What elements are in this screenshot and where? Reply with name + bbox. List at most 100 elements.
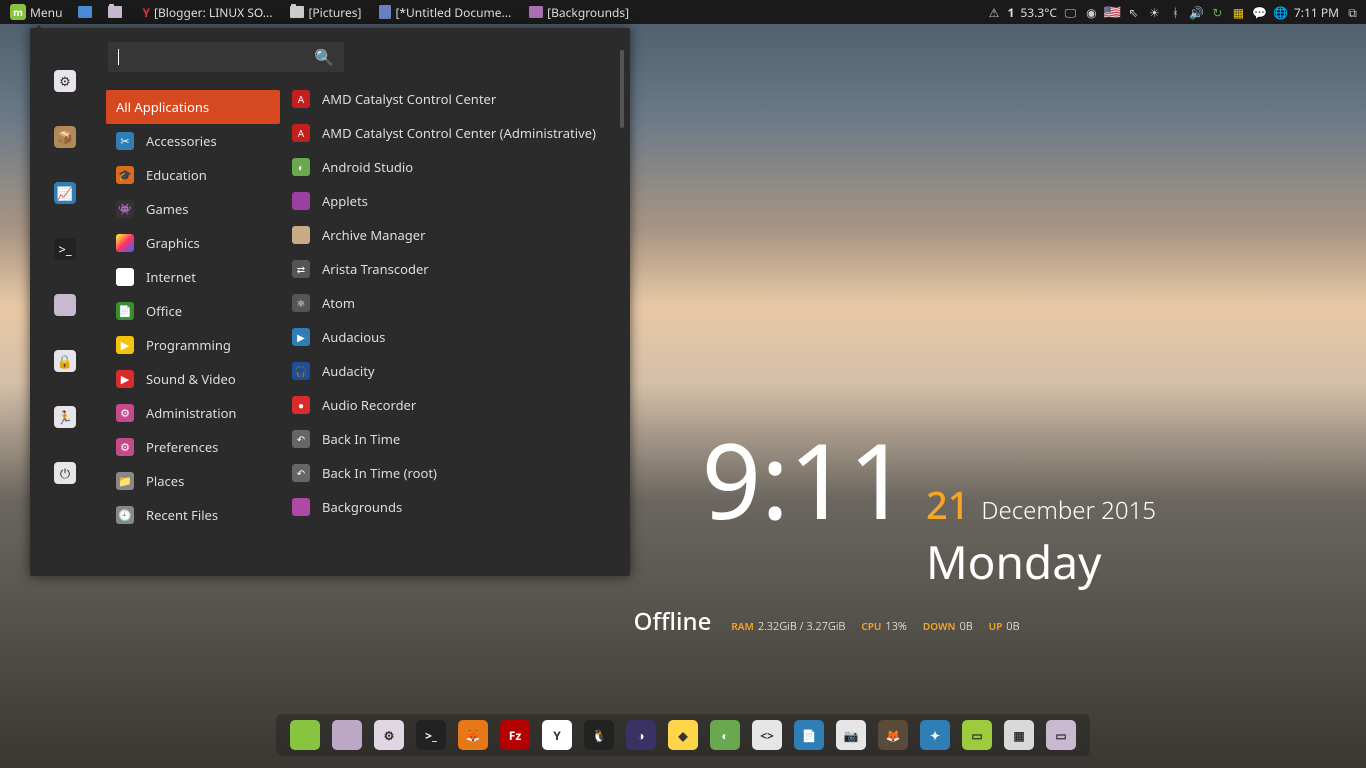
app-icon <box>292 192 310 210</box>
show-desktop[interactable] <box>72 4 98 20</box>
category-icon: ▶ <box>116 370 134 388</box>
category-item[interactable]: ☁Internet <box>106 260 280 294</box>
window-list: Y[Blogger: LINUX SO... [Pictures] [*Untitl… <box>136 2 635 23</box>
chat-icon[interactable]: 💬 <box>1252 5 1267 20</box>
app-item[interactable]: Archive Manager <box>286 218 620 252</box>
update-icon[interactable]: ↻ <box>1210 5 1225 20</box>
dock-settings[interactable]: ⚙ <box>374 720 404 750</box>
dock-filezilla[interactable]: Fz <box>500 720 530 750</box>
category-icon <box>116 234 134 252</box>
category-item[interactable]: ⚙Administration <box>106 396 280 430</box>
categories-column: 🔍 All Applications✂Accessories🎓Education… <box>100 28 280 576</box>
panel-left: m Menu Y[Blogger: LINUX SO...[Pictures][… <box>0 2 635 23</box>
app-icon: ⇄ <box>292 260 310 278</box>
dock-notes[interactable]: ▭ <box>962 720 992 750</box>
taskbar-window[interactable]: [Backgrounds] <box>523 2 635 23</box>
dock-writer[interactable]: 📄 <box>794 720 824 750</box>
workspace-indicator[interactable]: 1 <box>1008 4 1015 21</box>
category-item[interactable]: ✂Accessories <box>106 124 280 158</box>
display-icon[interactable]: 🖵 <box>1063 5 1078 20</box>
dock-linux[interactable]: 🐧 <box>584 720 614 750</box>
widget-time: 9:11 <box>702 436 908 524</box>
globe-icon[interactable]: 🌐 <box>1273 5 1288 20</box>
dock-shutter[interactable]: ✦ <box>920 720 950 750</box>
app-icon: A <box>292 90 310 108</box>
panel-clock[interactable]: 7:11 PM <box>1294 4 1339 21</box>
category-item[interactable]: 📄Office <box>106 294 280 328</box>
dock-gimp[interactable]: 🦊 <box>878 720 908 750</box>
dock-terminal[interactable]: >_ <box>416 720 446 750</box>
category-icon: 📁 <box>116 472 134 490</box>
conky-widget: 9:11 21 December 2015 Monday Offline RAM… <box>702 436 1156 638</box>
warning-icon[interactable]: ⚠ <box>987 5 1002 20</box>
favorite-files[interactable] <box>54 294 76 316</box>
app-item[interactable]: AAMD Catalyst Control Center <box>286 82 620 116</box>
dock-calc[interactable]: ▦ <box>1004 720 1034 750</box>
category-item[interactable]: 🎓Education <box>106 158 280 192</box>
category-item[interactable]: ▶Programming <box>106 328 280 362</box>
category-icon: 👾 <box>116 200 134 218</box>
category-icon: 🎓 <box>116 166 134 184</box>
app-item[interactable]: ▶Audacious <box>286 320 620 354</box>
category-item[interactable]: ▶Sound & Video <box>106 362 280 396</box>
app-icon: ● <box>292 396 310 414</box>
desktop-icon <box>78 6 92 18</box>
category-item[interactable]: ⚙Preferences <box>106 430 280 464</box>
files-launcher[interactable] <box>102 4 128 20</box>
dock-eclipse[interactable]: ◑ <box>626 720 656 750</box>
bluetooth-icon[interactable]: ᚼ <box>1168 5 1183 20</box>
app-item[interactable]: Backgrounds <box>286 490 620 524</box>
widget-network-status: Offline <box>634 605 712 638</box>
tray-expand-icon[interactable]: ⧉ <box>1345 5 1360 20</box>
mint-icon: m <box>10 4 26 20</box>
favorite-shutdown[interactable]: ⏻ <box>54 462 76 484</box>
app-item[interactable]: 🎧Audacity <box>286 354 620 388</box>
taskbar-window[interactable]: [*Untitled Docume... <box>373 2 517 23</box>
dock-bluefish[interactable]: <> <box>752 720 782 750</box>
app-icon: ⚛ <box>292 294 310 312</box>
volume-icon[interactable]: 🔊 <box>1189 5 1204 20</box>
favorite-lock[interactable]: 🔒 <box>54 350 76 372</box>
category-item[interactable]: 👾Games <box>106 192 280 226</box>
app-item[interactable]: AAMD Catalyst Control Center (Administra… <box>286 116 620 150</box>
keyboard-layout[interactable]: 🇺🇸 <box>1105 5 1120 20</box>
taskbar-window[interactable]: [Pictures] <box>284 2 367 23</box>
app-item[interactable]: ↶Back In Time (root) <box>286 456 620 490</box>
app-item[interactable]: Applets <box>286 184 620 218</box>
favorite-settings[interactable]: ⚙ <box>54 70 76 92</box>
dock: ⚙ >_ 🦊 Fz Y 🐧 ◑ ◆ ◐ <> 📄 📷 🦊 ✦ ▭ ▦ ▭ <box>276 714 1090 756</box>
app-item[interactable]: ↶Back In Time <box>286 422 620 456</box>
category-item[interactable]: All Applications <box>106 90 280 124</box>
brightness-icon[interactable]: ☀ <box>1147 5 1162 20</box>
wifi-icon[interactable]: ⇖ <box>1126 5 1141 20</box>
category-item[interactable]: 📁Places <box>106 464 280 498</box>
dock-mint[interactable] <box>290 720 320 750</box>
taskbar-window[interactable]: Y[Blogger: LINUX SO... <box>136 2 278 23</box>
favorite-monitor[interactable]: 📈 <box>54 182 76 204</box>
app-icon: ◐ <box>292 158 310 176</box>
dock-screenshot[interactable]: 📷 <box>836 720 866 750</box>
scrollbar-thumb[interactable] <box>620 50 624 128</box>
dock-android-studio[interactable]: ◐ <box>710 720 740 750</box>
widget-month: December 2015 <box>981 494 1156 527</box>
dock-files[interactable] <box>332 720 362 750</box>
app-item[interactable]: ●Audio Recorder <box>286 388 620 422</box>
dock-yandex[interactable]: Y <box>542 720 572 750</box>
category-item[interactable]: 🕘Recent Files <box>106 498 280 532</box>
service-icon[interactable]: ▦ <box>1231 5 1246 20</box>
temp-indicator[interactable]: 53.3°C <box>1020 4 1057 21</box>
favorite-software[interactable]: 📦 <box>54 126 76 148</box>
category-item[interactable]: Graphics <box>106 226 280 260</box>
folder-icon <box>108 6 122 18</box>
favorite-logout[interactable]: 🏃 <box>54 406 76 428</box>
app-item[interactable]: ⇄Arista Transcoder <box>286 252 620 286</box>
dock-app[interactable]: ▭ <box>1046 720 1076 750</box>
widget-day: 21 <box>926 479 969 531</box>
dock-meld[interactable]: ◆ <box>668 720 698 750</box>
favorite-terminal[interactable]: >_ <box>54 238 76 260</box>
category-icon: ☁ <box>116 268 134 286</box>
user-icon[interactable]: ◉ <box>1084 5 1099 20</box>
dock-firefox[interactable]: 🦊 <box>458 720 488 750</box>
app-item[interactable]: ◐Android Studio <box>286 150 620 184</box>
app-item[interactable]: ⚛Atom <box>286 286 620 320</box>
